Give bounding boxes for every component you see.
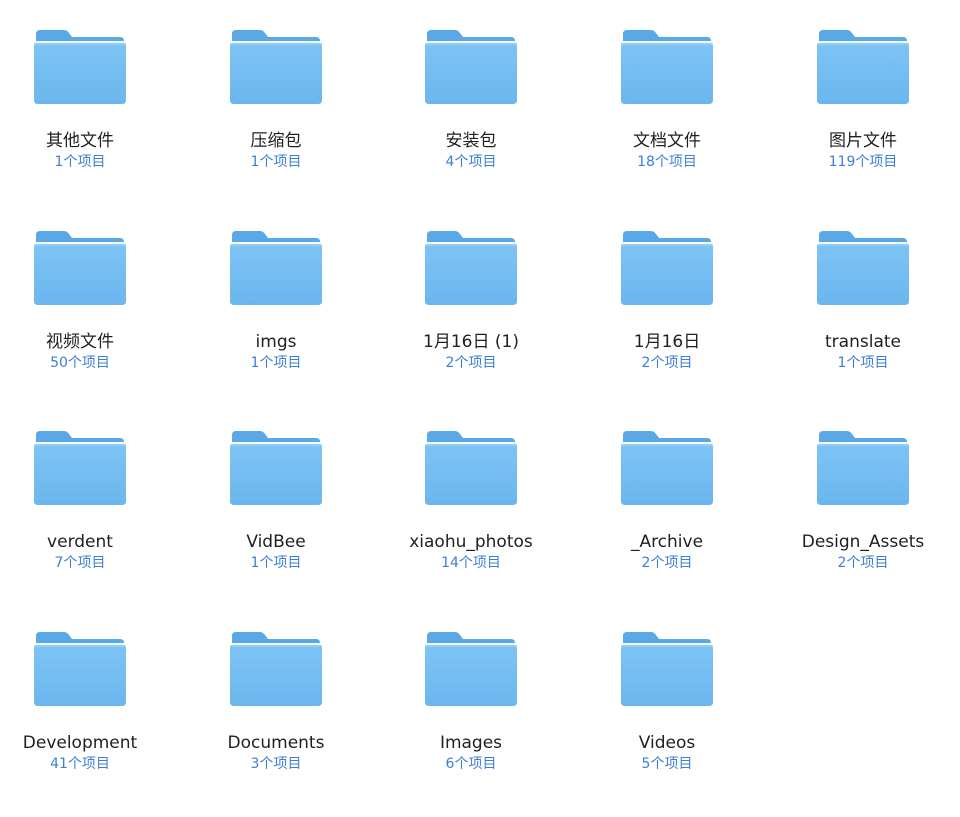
folder-item[interactable]: imgs 1个项目 bbox=[188, 201, 364, 381]
folder-name: Development bbox=[22, 733, 138, 753]
folder-name: VidBee bbox=[246, 532, 306, 552]
folder-name: 1月16日 bbox=[633, 332, 701, 352]
folder-icon bbox=[815, 429, 911, 507]
folder-item[interactable]: Design_Assets 2个项目 bbox=[775, 401, 951, 581]
folder-name: Videos bbox=[638, 733, 696, 753]
folder-icon bbox=[423, 630, 519, 708]
folder-icon bbox=[815, 28, 911, 106]
folder-item-count: 3个项目 bbox=[250, 756, 302, 772]
folder-item[interactable]: 1月16日 2个项目 bbox=[579, 201, 755, 381]
folder-item-count: 2个项目 bbox=[641, 355, 693, 371]
folder-item[interactable]: translate 1个项目 bbox=[775, 201, 951, 381]
folder-item-count: 1个项目 bbox=[54, 154, 106, 170]
folder-item[interactable]: 视频文件 50个项目 bbox=[0, 201, 168, 381]
folder-item[interactable]: VidBee 1个项目 bbox=[188, 401, 364, 581]
folder-name: xiaohu_photos bbox=[409, 532, 533, 552]
folder-item[interactable]: Images 6个项目 bbox=[383, 602, 559, 782]
folder-icon bbox=[228, 429, 324, 507]
folder-item[interactable]: 文档文件 18个项目 bbox=[579, 0, 755, 180]
folder-icon bbox=[815, 229, 911, 307]
folder-icon bbox=[619, 229, 715, 307]
folder-item-count: 4个项目 bbox=[445, 154, 497, 170]
folder-name: 压缩包 bbox=[250, 131, 302, 151]
folder-name: 图片文件 bbox=[829, 131, 897, 151]
folder-name: Documents bbox=[227, 733, 325, 753]
folder-item[interactable]: 其他文件 1个项目 bbox=[0, 0, 168, 180]
folder-item-count: 41个项目 bbox=[50, 756, 110, 772]
folder-item-count: 14个项目 bbox=[441, 555, 501, 571]
folder-name: 视频文件 bbox=[46, 332, 114, 352]
folder-item-count: 1个项目 bbox=[250, 555, 302, 571]
folder-item-count: 1个项目 bbox=[250, 154, 302, 170]
folder-name: _Archive bbox=[630, 532, 704, 552]
folder-icon bbox=[32, 630, 128, 708]
folder-icon bbox=[32, 28, 128, 106]
folder-item-count: 2个项目 bbox=[641, 555, 693, 571]
folder-icon bbox=[32, 429, 128, 507]
folder-item-count: 1个项目 bbox=[837, 355, 889, 371]
folder-item[interactable]: 安装包 4个项目 bbox=[383, 0, 559, 180]
folder-icon bbox=[228, 630, 324, 708]
folder-grid: 其他文件 1个项目 压缩包 1个项目 安装包 4个项目 文档文件 18个项目 图… bbox=[0, 0, 960, 817]
folder-item[interactable]: xiaohu_photos 14个项目 bbox=[383, 401, 559, 581]
folder-icon bbox=[228, 229, 324, 307]
folder-item-count: 6个项目 bbox=[445, 756, 497, 772]
folder-item[interactable]: Development 41个项目 bbox=[0, 602, 168, 782]
folder-item[interactable]: Videos 5个项目 bbox=[579, 602, 755, 782]
folder-name: Images bbox=[439, 733, 503, 753]
folder-icon bbox=[423, 28, 519, 106]
folder-icon bbox=[619, 28, 715, 106]
folder-item-count: 119个项目 bbox=[828, 154, 898, 170]
folder-item-count: 2个项目 bbox=[837, 555, 889, 571]
folder-name: 文档文件 bbox=[633, 131, 701, 151]
folder-name: translate bbox=[825, 332, 901, 352]
folder-item-count: 1个项目 bbox=[250, 355, 302, 371]
folder-name: 安装包 bbox=[445, 131, 497, 151]
folder-name: Design_Assets bbox=[801, 532, 925, 552]
folder-item[interactable]: _Archive 2个项目 bbox=[579, 401, 755, 581]
folder-name: imgs bbox=[255, 332, 297, 352]
folder-item-count: 2个项目 bbox=[445, 355, 497, 371]
folder-icon bbox=[423, 229, 519, 307]
folder-item[interactable]: 图片文件 119个项目 bbox=[775, 0, 951, 180]
folder-item[interactable]: verdent 7个项目 bbox=[0, 401, 168, 581]
folder-item-count: 50个项目 bbox=[50, 355, 110, 371]
folder-icon bbox=[619, 429, 715, 507]
folder-item[interactable]: 1月16日 (1) 2个项目 bbox=[383, 201, 559, 381]
folder-icon bbox=[619, 630, 715, 708]
folder-name: verdent bbox=[47, 532, 113, 552]
folder-name: 1月16日 (1) bbox=[423, 332, 519, 352]
folder-item-count: 18个项目 bbox=[637, 154, 697, 170]
folder-item[interactable]: Documents 3个项目 bbox=[188, 602, 364, 782]
folder-icon bbox=[228, 28, 324, 106]
folder-icon bbox=[32, 229, 128, 307]
folder-item-count: 7个项目 bbox=[54, 555, 106, 571]
folder-item-count: 5个项目 bbox=[641, 756, 693, 772]
folder-icon bbox=[423, 429, 519, 507]
folder-name: 其他文件 bbox=[46, 131, 114, 151]
folder-item[interactable]: 压缩包 1个项目 bbox=[188, 0, 364, 180]
